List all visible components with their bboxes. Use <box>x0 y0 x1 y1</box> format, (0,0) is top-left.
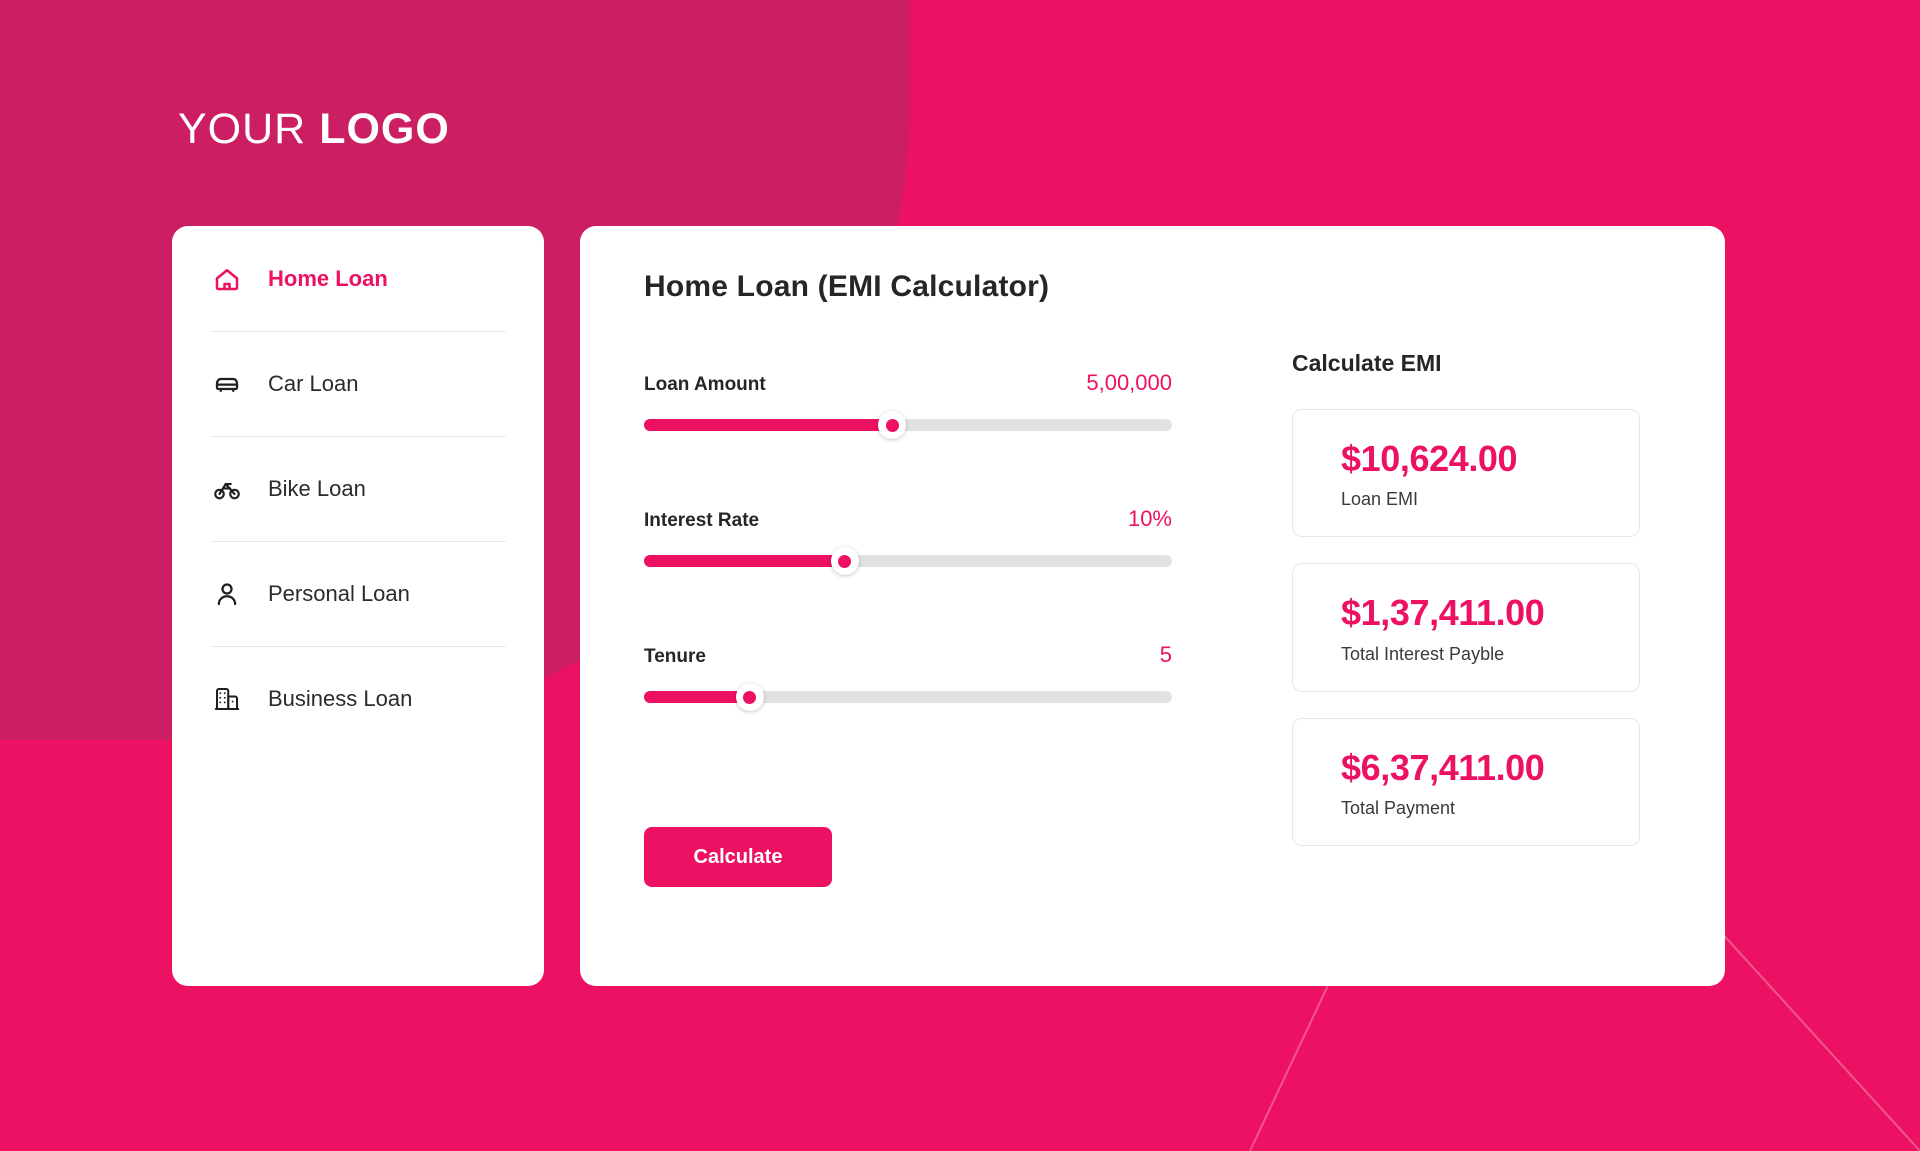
result-card-loan-emi: $10,624.00 Loan EMI <box>1292 409 1640 538</box>
car-icon <box>210 367 244 401</box>
slider-fill <box>644 419 893 431</box>
results-title: Calculate EMI <box>1292 350 1442 376</box>
slider-thumb[interactable] <box>830 547 859 575</box>
result-caption: Loan EMI <box>1341 489 1419 510</box>
result-card-total-payment: $6,37,411.00 Total Payment <box>1292 717 1640 847</box>
sidebar-item-business-loan[interactable]: Business Loan <box>210 646 506 751</box>
calculate-button[interactable]: Calculate <box>644 827 832 887</box>
emi-calculator-panel: Home Loan (EMI Calculator) Loan Amount 5… <box>580 226 1725 986</box>
field-label: Tenure <box>644 646 706 667</box>
field-loan-amount: Loan Amount 5,00,000 <box>644 370 1172 439</box>
slider-fill <box>644 691 750 703</box>
result-caption: Total Interest Payble <box>1341 643 1505 664</box>
result-amount: $1,37,411.00 <box>1341 592 1545 634</box>
building-icon <box>210 682 244 716</box>
slider-fill <box>644 555 845 567</box>
field-value: 10% <box>1127 506 1172 531</box>
sidebar-nav: Home Loan Car Loan Bike Loan Personal Lo… <box>172 226 544 986</box>
interest-rate-slider[interactable] <box>644 547 1172 575</box>
result-caption: Total Payment <box>1341 798 1456 819</box>
slider-thumb[interactable] <box>735 683 764 711</box>
tenure-slider[interactable] <box>644 683 1172 711</box>
field-interest-rate: Interest Rate 10% <box>644 506 1172 575</box>
bike-icon <box>210 472 244 506</box>
sidebar-item-label: Business Loan <box>268 686 413 711</box>
sidebar-item-label: Bike Loan <box>268 476 366 501</box>
loan-amount-slider[interactable] <box>644 411 1172 439</box>
person-icon <box>210 577 244 611</box>
logo-text-thin: YOUR <box>178 105 307 153</box>
brand-logo: YOUR LOGO <box>178 105 450 154</box>
home-icon <box>210 262 244 296</box>
logo-text-bold: LOGO <box>319 105 450 153</box>
sidebar-item-label: Personal Loan <box>268 581 410 606</box>
field-value: 5 <box>1159 642 1172 667</box>
field-label: Loan Amount <box>644 374 766 395</box>
page-title: Home Loan (EMI Calculator) <box>644 270 1050 303</box>
slider-form: Loan Amount 5,00,000 Interest Rate 10% T… <box>644 370 1172 778</box>
sidebar-item-label: Car Loan <box>268 371 359 396</box>
slider-thumb[interactable] <box>878 411 907 439</box>
result-amount: $10,624.00 <box>1341 438 1518 479</box>
result-amount: $6,37,411.00 <box>1341 746 1545 788</box>
sidebar-item-bike-loan[interactable]: Bike Loan <box>210 436 506 541</box>
field-value: 5,00,000 <box>1086 370 1172 395</box>
field-label: Interest Rate <box>644 510 760 531</box>
sidebar-item-personal-loan[interactable]: Personal Loan <box>210 541 506 646</box>
results-section: Calculate EMI $10,624.00 Loan EMI $1,37,… <box>1292 350 1640 872</box>
sidebar-item-home-loan[interactable]: Home Loan <box>210 226 506 331</box>
field-tenure: Tenure 5 <box>644 642 1172 711</box>
sidebar-item-label: Home Loan <box>268 265 388 291</box>
sidebar-item-car-loan[interactable]: Car Loan <box>210 331 506 436</box>
result-card-total-interest: $1,37,411.00 Total Interest Payble <box>1292 563 1640 692</box>
